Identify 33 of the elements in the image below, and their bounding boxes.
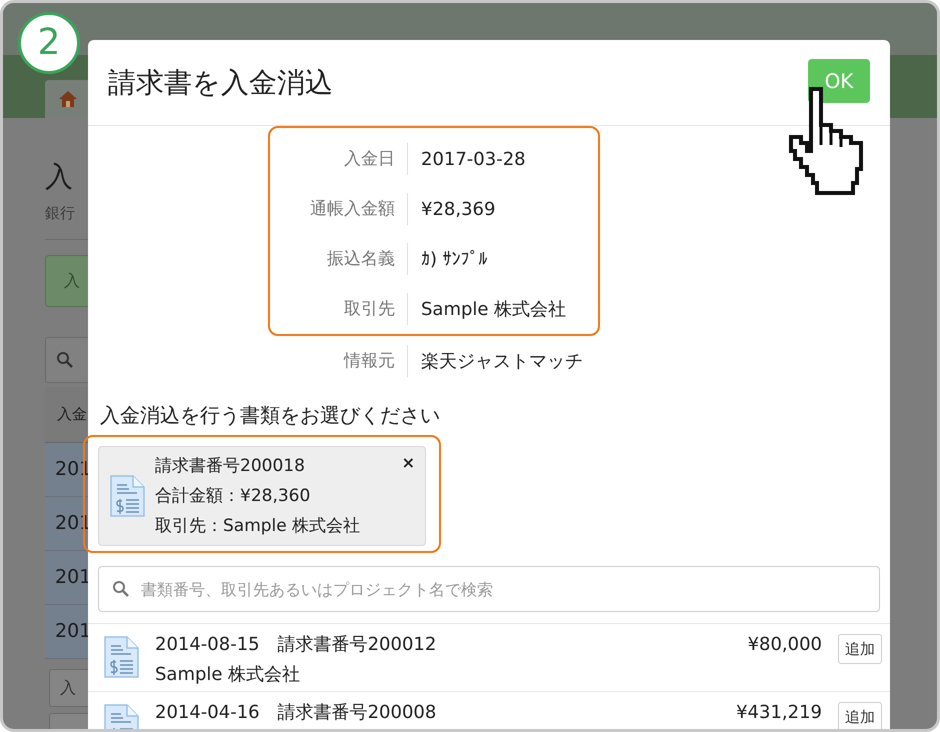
field-label: 取引先 bbox=[270, 293, 408, 325]
search-icon bbox=[56, 351, 74, 369]
document-number: 請求書番号200018 bbox=[155, 455, 306, 478]
section-title: 入金消込を行う書類をお選びください bbox=[100, 402, 441, 429]
document-client: 取引先：Sample 株式会社 bbox=[155, 515, 360, 538]
field-label: 入金日 bbox=[270, 143, 408, 175]
field-label: 振込名義 bbox=[270, 243, 408, 275]
document-total: 合計金額：¥28,360 bbox=[155, 485, 312, 508]
invoice-document-icon bbox=[109, 475, 145, 517]
field-value: Sample 株式会社 bbox=[420, 298, 566, 321]
field-value: ¥28,369 bbox=[420, 198, 496, 220]
invoice-document-icon bbox=[103, 636, 139, 678]
document-number: 請求書番号200008 bbox=[278, 701, 436, 725]
remove-button[interactable]: × bbox=[398, 453, 419, 472]
field-value: 2017-03-28 bbox=[420, 148, 526, 170]
dialog-title: 請求書を入金消込 bbox=[108, 64, 333, 100]
document-date: 2014-04-16 bbox=[155, 701, 260, 725]
add-button[interactable]: 追加 bbox=[838, 702, 882, 729]
add-button[interactable]: 追加 bbox=[838, 634, 882, 664]
document-number: 請求書番号200012 bbox=[278, 633, 436, 657]
field-label: 通帳入金額 bbox=[270, 193, 408, 225]
document-amount: ¥431,219 bbox=[736, 701, 822, 725]
field-value: ｶ) ｻﾝﾌﾟﾙ bbox=[420, 248, 488, 270]
document-client: Sample 株式会社 bbox=[155, 663, 302, 687]
field-value: 楽天ジャストマッチ bbox=[420, 350, 583, 373]
home-tab[interactable] bbox=[45, 80, 91, 118]
search-field[interactable]: 書類番号、取引先あるいはプロジェクト名で検索 bbox=[98, 566, 880, 612]
field-label: 情報元 bbox=[270, 345, 408, 377]
document-date: 2014-08-15 bbox=[155, 633, 260, 657]
search-icon bbox=[112, 580, 130, 598]
page-heading: 入 bbox=[45, 159, 73, 195]
home-icon bbox=[58, 89, 78, 109]
document-amount: ¥80,000 bbox=[748, 633, 822, 657]
